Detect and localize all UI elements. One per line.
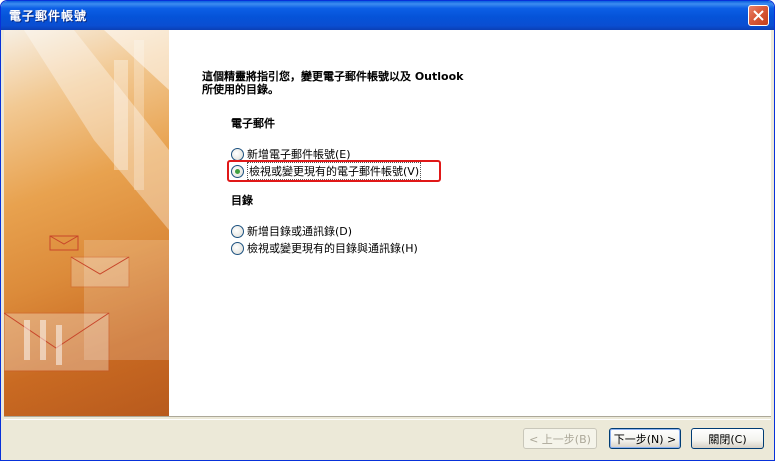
title-bar[interactable]: 電子郵件帳號 [1,1,774,30]
radio-button-icon[interactable] [231,241,244,255]
intro-line-1: 這個精靈將指引您，變更電子郵件帳號以及 Outlook [202,70,464,83]
window-title: 電子郵件帳號 [9,9,88,23]
radio-view-change-email-account[interactable]: 檢視或變更現有的電子郵件帳號(V) [231,162,422,180]
wizard-body: 這個精靈將指引您，變更電子郵件帳號以及 Outlook 所使用的目錄。 電子郵件… [4,30,771,459]
button-separator [4,416,771,420]
wizard-content: 這個精靈將指引您，變更電子郵件帳號以及 Outlook 所使用的目錄。 電子郵件… [169,30,771,416]
envelope-art-icon [4,30,169,372]
close-window-button[interactable] [748,5,769,26]
close-button[interactable]: 關閉(C) [691,428,764,449]
radio-label-add-directory: 新增目錄或通訊錄(D) [247,225,353,238]
email-section-heading: 電子郵件 [231,117,275,130]
intro-line-2: 所使用的目錄。 [202,83,279,96]
intro-text: 這個精靈將指引您，變更電子郵件帳號以及 Outlook 所使用的目錄。 [202,70,532,96]
radio-button-icon[interactable] [231,147,244,161]
radio-add-directory[interactable]: 新增目錄或通訊錄(D) [231,223,352,239]
decorative-side-art [4,30,169,416]
radio-label-view-change-email: 檢視或變更現有的電子郵件帳號(V) [247,162,422,180]
close-icon [753,10,764,21]
back-button[interactable]: < 上一步(B) [523,428,597,449]
directory-section-heading: 目錄 [231,194,253,207]
next-button[interactable]: 下一步(N) > [609,428,681,449]
radio-view-change-directory[interactable]: 檢視或變更現有的目錄與通訊錄(H) [231,240,418,256]
radio-label-view-change-directory: 檢視或變更現有的目錄與通訊錄(H) [247,242,418,255]
wizard-window: 電子郵件帳號 這個精靈將指引您，變更電子郵件帳號以及 Outlook 所使用的目… [0,0,775,461]
radio-button-icon[interactable] [231,224,244,238]
radio-button-checked-icon[interactable] [231,164,244,178]
